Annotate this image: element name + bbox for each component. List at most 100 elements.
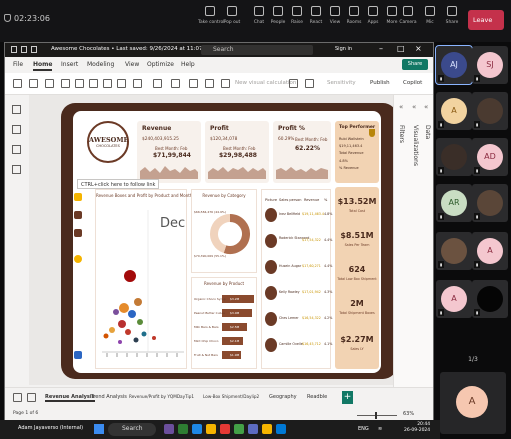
app-icon[interactable] xyxy=(164,424,174,434)
sql-icon[interactable] xyxy=(89,79,98,88)
participant-tile[interactable]: A ▮ xyxy=(436,92,472,130)
participant-tile[interactable]: SJ ▮ xyxy=(472,46,508,84)
windows-start-icon[interactable] xyxy=(94,424,104,434)
add-page-button[interactable]: + xyxy=(342,391,353,404)
visualizations-pane[interactable]: Visualizations xyxy=(412,125,419,166)
bar-panel[interactable]: Revenue by Product Organic Choco Syrup P… xyxy=(191,277,257,369)
leave-button[interactable]: Leave xyxy=(468,10,504,30)
participant-tile[interactable]: ▮ xyxy=(436,138,472,176)
app-icon[interactable] xyxy=(178,424,188,434)
top-performer-card[interactable]: Top Performer Rubi Wallstein $19,11,463.… xyxy=(335,121,379,183)
undo-icon[interactable] xyxy=(21,46,27,53)
revenue-card[interactable]: Revenue $240,403,915.25 Best Month: Feb … xyxy=(137,121,201,183)
redo-icon[interactable] xyxy=(31,46,37,53)
mic-button[interactable]: Mic xyxy=(418,6,442,25)
doc-icon[interactable] xyxy=(74,211,82,219)
donut-panel[interactable]: Revenue by Category $66,584,476 (44.9%) … xyxy=(191,189,257,273)
new-measure-icon[interactable] xyxy=(221,79,230,88)
dax-query-icon[interactable] xyxy=(12,165,21,174)
chart-icon[interactable] xyxy=(74,229,82,237)
tab-help[interactable]: Help xyxy=(181,61,195,68)
app-icon[interactable] xyxy=(276,424,286,434)
teams-icon[interactable] xyxy=(248,424,258,434)
taskbar-search[interactable]: Search xyxy=(108,423,156,436)
sign-in-link[interactable]: Sign in xyxy=(335,46,352,52)
share-button[interactable]: Share xyxy=(402,59,428,70)
save-icon[interactable] xyxy=(11,46,17,53)
format-painter-icon[interactable] xyxy=(29,79,38,88)
tab-readble[interactable]: Readble xyxy=(307,394,327,400)
get-data-icon[interactable] xyxy=(45,79,54,88)
participant-tile[interactable]: A ▮ xyxy=(436,280,472,318)
publish-button[interactable]: Publish xyxy=(370,80,390,86)
participant-tile[interactable]: AJ ▮ xyxy=(435,45,473,85)
participant-tile[interactable]: ▮ xyxy=(472,184,508,222)
participant-tile[interactable]: A ▮ xyxy=(472,232,508,270)
onelake-icon[interactable] xyxy=(75,79,84,88)
filters-pane[interactable]: Filters xyxy=(398,125,405,143)
table-icon[interactable] xyxy=(305,79,314,88)
camera-button[interactable]: Camera xyxy=(396,6,420,25)
tab-modeling[interactable]: Modeling xyxy=(87,61,114,68)
quick-measure-icon[interactable] xyxy=(289,79,298,88)
taskbar-clock[interactable]: 20:44 26-09-2024 xyxy=(404,422,430,434)
app-icon[interactable] xyxy=(220,424,230,434)
refresh-icon[interactable] xyxy=(153,79,162,88)
folder-icon[interactable] xyxy=(206,424,216,434)
zoom-handle[interactable] xyxy=(375,412,377,419)
participant-tile[interactable]: ▮ xyxy=(436,232,472,270)
transform-icon[interactable] xyxy=(133,79,142,88)
pop-out-button[interactable]: Pop out xyxy=(220,6,244,25)
participant-tile[interactable]: ▮ xyxy=(472,280,508,318)
participant-tile[interactable]: AD ▮ xyxy=(472,138,508,176)
zoom-slider[interactable] xyxy=(357,415,397,416)
maximize-icon[interactable]: □ xyxy=(397,44,405,53)
sensitivity-button[interactable]: Sensitivity xyxy=(327,80,356,86)
minimize-icon[interactable]: – xyxy=(379,44,383,53)
take-control-button[interactable]: Take control xyxy=(198,6,224,25)
collapse-chevron-icon[interactable]: « xyxy=(412,103,416,111)
powerbi-icon[interactable] xyxy=(262,424,272,434)
wifi-icon[interactable]: ≋ xyxy=(378,426,382,432)
profit-pct-card[interactable]: Profit % 60.29% Best Month: Feb 62.22% xyxy=(273,121,331,183)
new-visual-calculation-button[interactable]: New visual calculation xyxy=(235,80,296,86)
model-view-icon[interactable] xyxy=(12,145,21,154)
app-icon[interactable] xyxy=(192,424,202,434)
tab-optimize[interactable]: Optimize xyxy=(147,61,174,68)
tab-file[interactable]: File xyxy=(13,61,23,68)
app-icon[interactable] xyxy=(234,424,244,434)
page-nav-icon[interactable] xyxy=(13,393,22,402)
tab-revenue-profit[interactable]: Revenue/Profit by YQMDayTip1 xyxy=(129,394,194,399)
participant-tile[interactable]: ▮ xyxy=(472,92,508,130)
tab-trend-analysis[interactable]: Trend Analysis xyxy=(91,394,127,400)
donut-segment-1[interactable] xyxy=(210,214,231,253)
tab-home[interactable]: Home xyxy=(33,61,53,71)
tab-view[interactable]: View xyxy=(125,61,139,68)
gallery-pager[interactable]: 1/3 xyxy=(446,356,500,363)
zoom-level[interactable]: 63% xyxy=(403,411,414,417)
enter-data-icon[interactable] xyxy=(103,79,112,88)
salesperson-table[interactable]: Picture Sales person Revenue % Inez Bell… xyxy=(261,189,332,369)
report-view-icon[interactable] xyxy=(12,105,21,114)
language-indicator[interactable]: ENG xyxy=(358,426,369,432)
donut-segment-0[interactable] xyxy=(223,214,250,254)
tab-insert[interactable]: Insert xyxy=(61,61,78,68)
dataverse-icon[interactable] xyxy=(117,79,126,88)
profit-card[interactable]: Profit $120,34,078 Best Month: Feb $29,9… xyxy=(205,121,269,183)
bulb-icon[interactable] xyxy=(74,193,82,201)
paste-icon[interactable] xyxy=(13,79,22,88)
participant-tile[interactable]: AR ▮ xyxy=(436,184,472,222)
page-nav-icon[interactable] xyxy=(27,393,36,402)
excel-icon[interactable] xyxy=(61,79,70,88)
tab-revenue-analysis[interactable]: Revenue Analysis xyxy=(45,394,95,402)
scatter-panel[interactable]: Revenue Boxes and Profit by Product and … xyxy=(95,189,192,369)
lightbulb-icon[interactable] xyxy=(74,255,82,263)
copilot-button[interactable]: Copilot xyxy=(403,80,422,86)
data-pane[interactable]: Data xyxy=(424,125,431,139)
share-tray-button[interactable]: Share xyxy=(440,6,464,25)
new-visual-icon[interactable] xyxy=(171,79,180,88)
tab-low-box-shipment[interactable]: Low-Box Shipment/Daylip2 xyxy=(203,394,259,399)
info-icon[interactable] xyxy=(74,351,82,359)
text-box-icon[interactable] xyxy=(189,79,198,88)
search-box[interactable]: Search xyxy=(201,45,313,55)
